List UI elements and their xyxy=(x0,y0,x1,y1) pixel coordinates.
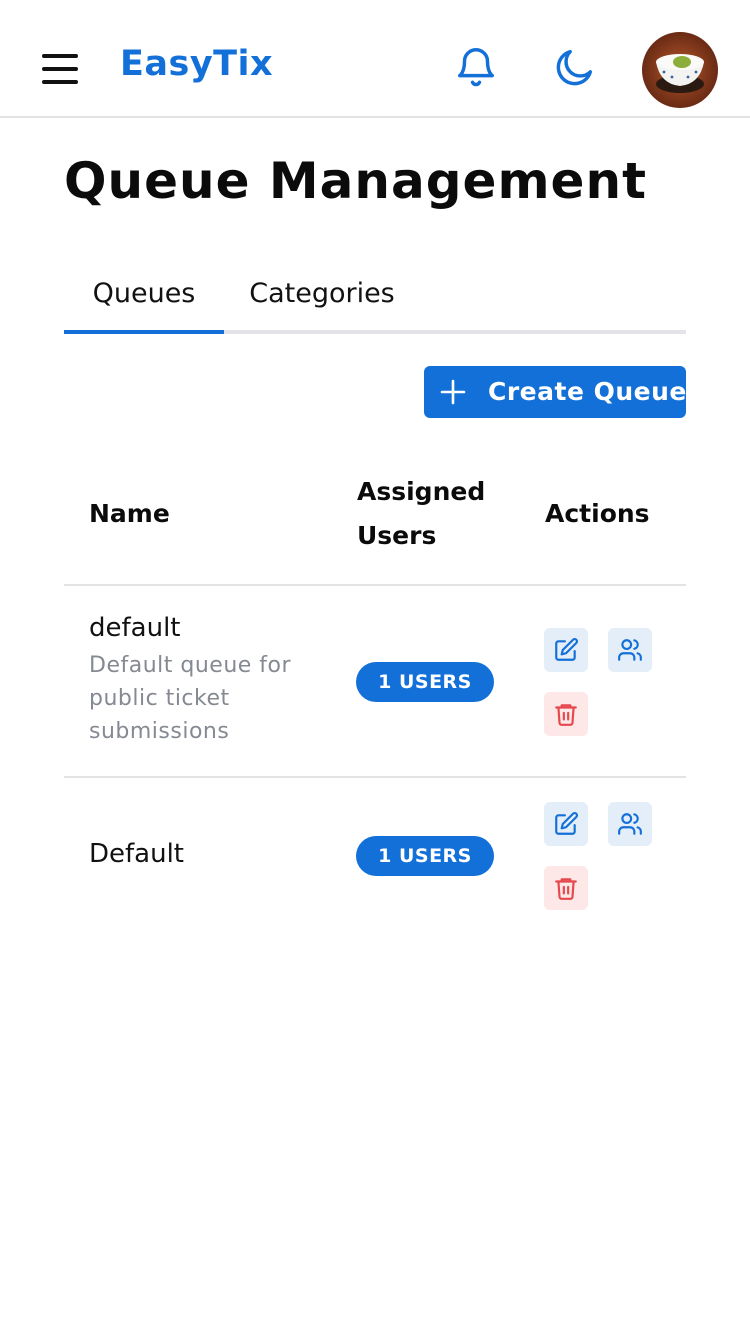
column-header-assigned-users: Assigned Users xyxy=(357,477,486,550)
top-app-bar: EasyTix xyxy=(0,0,750,118)
assigned-users-badge[interactable]: 1 USERS xyxy=(356,836,494,876)
create-queue-button[interactable]: Create Queue xyxy=(424,366,686,418)
edit-icon xyxy=(555,812,578,835)
active-tab-indicator xyxy=(64,330,224,334)
trash-icon xyxy=(555,704,577,726)
queue-name: default xyxy=(89,613,181,643)
assigned-users-badge[interactable]: 1 USERS xyxy=(356,662,494,702)
users-icon xyxy=(618,639,642,661)
trash-icon xyxy=(555,878,577,900)
delete-queue-button[interactable] xyxy=(544,692,588,736)
tab-bar: Queues Categories xyxy=(64,262,686,334)
edit-queue-button[interactable] xyxy=(544,628,588,672)
row-divider xyxy=(64,776,686,778)
create-queue-label: Create Queue xyxy=(488,377,687,406)
tab-queues[interactable]: Queues xyxy=(64,262,224,330)
manage-users-button[interactable] xyxy=(608,802,652,846)
tab-categories[interactable]: Categories xyxy=(242,262,402,330)
user-avatar[interactable] xyxy=(642,32,718,108)
edit-icon xyxy=(555,638,578,661)
bell-icon[interactable] xyxy=(453,44,499,90)
hamburger-menu-icon[interactable] xyxy=(36,50,84,88)
page-title: Queue Management xyxy=(64,152,647,210)
edit-queue-button[interactable] xyxy=(544,802,588,846)
header-divider xyxy=(64,584,686,586)
app-brand[interactable]: EasyTix xyxy=(120,44,273,84)
column-header-actions: Actions xyxy=(545,499,650,528)
plus-icon xyxy=(440,379,466,405)
moon-icon[interactable] xyxy=(552,44,598,90)
queue-description: Default queue for public ticket submissi… xyxy=(89,653,292,744)
queue-name: Default xyxy=(89,839,184,869)
delete-queue-button[interactable] xyxy=(544,866,588,910)
manage-users-button[interactable] xyxy=(608,628,652,672)
column-header-name: Name xyxy=(89,499,170,528)
users-icon xyxy=(618,813,642,835)
